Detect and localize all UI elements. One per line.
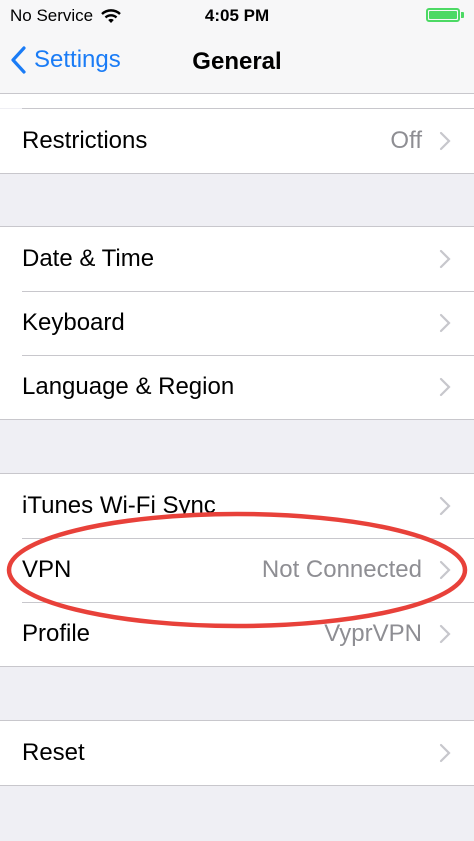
row-value: Off <box>390 127 422 154</box>
settings-group-4: Reset <box>0 720 474 786</box>
row-label: Date & Time <box>22 245 155 272</box>
row-label: Restrictions <box>22 127 148 154</box>
row-keyboard[interactable]: Keyboard <box>0 291 474 355</box>
row-vpn[interactable]: VPN Not Connected <box>0 538 474 602</box>
row-label: Reset <box>22 739 85 766</box>
settings-group-1: Restrictions Off <box>0 109 474 174</box>
battery-icon <box>426 8 464 22</box>
row-reset[interactable]: Reset <box>0 721 474 785</box>
status-time: 4:05 PM <box>204 6 270 25</box>
row-label: Language & Region <box>22 373 235 400</box>
chevron-right-icon <box>439 313 451 333</box>
row-itunes-wifi-sync[interactable]: iTunes Wi-Fi Sync <box>0 474 474 538</box>
row-date-time[interactable]: Date & Time <box>0 227 474 291</box>
chevron-right-icon <box>439 496 451 516</box>
row-label: Keyboard <box>22 309 125 336</box>
chevron-right-icon <box>439 560 451 580</box>
chevron-right-icon <box>439 377 451 397</box>
settings-group-3: iTunes Wi-Fi Sync VPN Not Connected Prof… <box>0 473 474 667</box>
row-restrictions[interactable]: Restrictions Off <box>0 109 474 173</box>
row-label: iTunes Wi-Fi Sync <box>22 492 216 519</box>
chevron-right-icon <box>439 131 451 151</box>
row-label: VPN <box>22 556 72 583</box>
chevron-right-icon <box>439 743 451 763</box>
row-value: VyprVPN <box>324 620 422 647</box>
row-label: Profile <box>22 620 91 647</box>
scrolled-row-remnant <box>0 94 474 108</box>
status-bar: No Service 4:05 PM <box>0 0 474 34</box>
chevron-right-icon <box>439 624 451 644</box>
row-language-region[interactable]: Language & Region <box>0 355 474 419</box>
page-title: General <box>192 48 282 75</box>
row-value: Not Connected <box>261 556 422 583</box>
chevron-right-icon <box>439 249 451 269</box>
navigation-bar: Settings General <box>0 34 474 94</box>
settings-group-2: Date & Time Keyboard Language & Region <box>0 226 474 420</box>
row-profile[interactable]: Profile VyprVPN <box>0 602 474 666</box>
